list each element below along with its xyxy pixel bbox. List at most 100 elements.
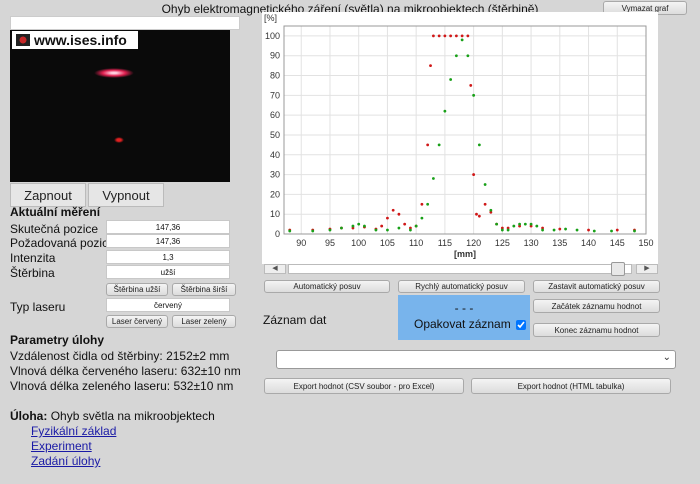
- data-point-series-2: [374, 228, 378, 232]
- chart-background: [262, 12, 658, 264]
- data-point-series-2: [535, 224, 539, 228]
- data-point-series-2: [541, 228, 544, 232]
- data-point-series-1: [426, 143, 430, 147]
- x-tick-label: 140: [581, 238, 596, 248]
- data-point-series-2: [564, 227, 567, 231]
- data-point-series-1: [397, 212, 401, 216]
- x-tick-label: 145: [610, 238, 625, 248]
- y-tick-label: 100: [265, 31, 280, 41]
- data-point-series-2: [386, 228, 389, 232]
- chevron-down-icon: ⌄: [662, 352, 671, 363]
- data-point-series-2: [575, 228, 579, 232]
- slit-value: užší: [106, 265, 230, 279]
- data-point-series-1: [443, 34, 447, 38]
- off-button[interactable]: Vypnout: [88, 183, 164, 207]
- link-experiment[interactable]: Experiment: [31, 439, 92, 453]
- logo: www.ises.info: [12, 31, 138, 49]
- auto-move-button[interactable]: Automatický posuv: [264, 280, 390, 293]
- data-point-series-2: [397, 226, 401, 230]
- data-point-series-1: [380, 224, 384, 228]
- data-point-series-1: [391, 208, 395, 212]
- record-label: Záznam dat: [263, 313, 327, 327]
- data-point-series-2: [449, 78, 453, 81]
- y-tick-label: 10: [270, 209, 280, 219]
- repeat-record-checkbox[interactable]: [516, 319, 527, 330]
- repeat-record-panel: - - - Opakovat záznam: [398, 295, 530, 340]
- data-point-series-2: [483, 183, 487, 186]
- scroll-left-button[interactable]: ◀: [264, 264, 286, 274]
- actual-position-label: Skutečná pozice: [10, 222, 99, 236]
- data-point-series-2: [443, 109, 447, 113]
- data-point-series-1: [615, 228, 619, 232]
- link-task-assignment[interactable]: Zadání úlohy: [31, 454, 100, 468]
- laser-spot: [94, 68, 134, 78]
- data-point-series-2: [340, 226, 343, 230]
- position-slider-thumb[interactable]: [611, 262, 625, 276]
- laser-red-button[interactable]: Laser červený: [106, 315, 168, 328]
- data-select[interactable]: ⌄: [276, 350, 676, 369]
- task-label: Úloha:: [10, 409, 48, 423]
- data-point-series-1: [386, 216, 389, 220]
- scroll-right-button[interactable]: ▶: [636, 264, 658, 274]
- position-slider-track[interactable]: [288, 264, 632, 274]
- link-physics-basis[interactable]: Fyzikální základ: [31, 424, 116, 438]
- data-point-series-2: [512, 224, 516, 228]
- data-point-series-2: [357, 222, 361, 226]
- end-record-button[interactable]: Konec záznamu hodnot: [533, 323, 660, 337]
- repeat-record-row[interactable]: Opakovat záznam: [414, 317, 527, 331]
- intensity-value: 1,3: [106, 250, 230, 264]
- on-button[interactable]: Zapnout: [10, 183, 86, 207]
- actual-position-value: 147,36: [106, 220, 230, 234]
- laser-type-value: červený: [106, 298, 230, 312]
- data-point-series-2: [288, 229, 292, 233]
- data-point-series-1: [460, 34, 464, 38]
- data-point-series-2: [454, 54, 458, 58]
- data-point-series-1: [466, 34, 470, 38]
- data-point-series-2: [477, 143, 481, 147]
- y-tick-label: 90: [270, 51, 280, 61]
- data-point-series-2: [552, 228, 556, 232]
- stop-auto-move-button[interactable]: Zastavit automatický posuv: [533, 280, 660, 293]
- y-tick-label: 60: [270, 110, 280, 120]
- x-tick-label: 135: [552, 238, 567, 248]
- camera-view: www.ises.info: [10, 30, 230, 182]
- diffraction-chart: 90 95 100 105 110 115 120 125 130 135 140 145 150 0 10…: [262, 12, 658, 264]
- data-point-series-2: [420, 216, 424, 220]
- y-tick-label: 0: [275, 229, 280, 239]
- data-point-series-2: [414, 224, 418, 228]
- export-html-button[interactable]: Export hodnot (HTML tabulka): [471, 378, 671, 394]
- data-point-series-1: [437, 34, 441, 38]
- data-point-series-2: [500, 228, 504, 232]
- param-green-wavelength: Vlnová délka zeleného laseru: 532±10 nm: [10, 379, 234, 393]
- export-csv-button[interactable]: Export hodnot (CSV soubor - pro Excel): [264, 378, 464, 394]
- x-tick-label: 115: [438, 238, 452, 248]
- data-point-series-2: [592, 229, 596, 233]
- slit-wider-button[interactable]: Štěrbina širší: [172, 283, 236, 296]
- data-point-series-2: [311, 229, 315, 233]
- target-position-label: Požadovaná pozice: [10, 236, 115, 250]
- slit-label: Štěrbina: [10, 266, 55, 280]
- data-point-series-2: [426, 202, 430, 206]
- data-point-series-1: [475, 212, 478, 216]
- slit-narrower-button[interactable]: Štěrbina užší: [106, 283, 168, 296]
- task-line: Úloha: Ohyb světla na mikroobjektech: [10, 409, 215, 423]
- data-point-series-2: [610, 229, 613, 233]
- data-point-series-1: [431, 34, 435, 38]
- params-heading: Parametry úlohy: [10, 333, 105, 347]
- start-record-button[interactable]: Začátek záznamu hodnot: [533, 299, 660, 313]
- data-point-series-1: [477, 214, 481, 218]
- laser-type-label: Typ laseru: [10, 300, 66, 314]
- logo-text: www.ises.info: [34, 32, 127, 48]
- x-tick-label: 90: [296, 238, 306, 248]
- data-point-series-2: [633, 229, 636, 233]
- data-point-series-1: [558, 227, 562, 231]
- data-point-series-2: [518, 222, 521, 226]
- laser-green-button[interactable]: Laser zelený: [172, 315, 236, 328]
- task-name: Ohyb světla na mikroobjektech: [50, 409, 215, 423]
- data-point-series-2: [437, 143, 441, 147]
- x-tick-label: 150: [638, 238, 653, 248]
- fast-auto-move-button[interactable]: Rychlý automatický posuv: [398, 280, 525, 293]
- repeat-record-label: Opakovat záznam: [414, 317, 511, 331]
- param-red-wavelength: Vlnová délka červeného laseru: 632±10 nm: [10, 364, 241, 378]
- data-point-series-2: [431, 177, 435, 180]
